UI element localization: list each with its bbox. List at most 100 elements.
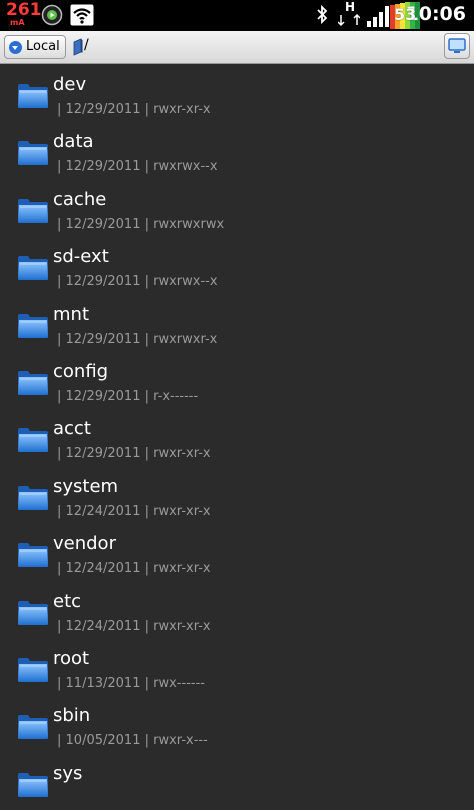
chevron-down-icon [9,41,22,54]
file-name: cache [53,189,107,210]
file-date: 12/29/2011 [65,446,141,461]
folder-icon [17,483,49,515]
meta-separator: | [144,733,149,748]
file-permissions: rwxr-x--- [153,733,208,748]
meta-separator: | [57,446,62,461]
monitor-icon [448,38,466,58]
folder-icon [17,368,49,400]
meta-separator: | [144,102,149,117]
file-meta: | 12/29/2011 | rwxr-xr-x [57,446,211,461]
list-item[interactable]: sbin | 10/05/2011 | rwxr-x--- [0,695,474,752]
meta-separator: | [57,504,62,519]
file-permissions: rwxrwxr-x [153,332,218,347]
meta-separator: | [57,389,62,404]
list-item[interactable]: mnt | 12/29/2011 | rwxrwxr-x [0,294,474,351]
list-item[interactable]: system | 12/24/2011 | rwxr-xr-x [0,466,474,523]
location-label: Local [26,39,60,54]
list-item[interactable]: data | 12/29/2011 | rwxrwx--x [0,121,474,178]
file-permissions: rwx------ [153,676,205,691]
signal-icon [366,2,392,32]
meta-separator: | [57,676,62,691]
list-item[interactable]: vendor | 12/24/2011 | rwxr-xr-x [0,523,474,580]
file-meta: | 11/13/2011 | rwx------ [57,676,205,691]
folder-icon [17,598,49,630]
file-name: mnt [53,304,89,325]
file-date: 12/29/2011 [65,389,141,404]
list-item[interactable]: dev | 12/29/2011 | rwxr-xr-x [0,64,474,121]
meta-separator: | [144,504,149,519]
folder-icon [17,655,49,687]
file-date: 12/24/2011 [65,504,141,519]
meta-separator: | [57,733,62,748]
file-meta: | 12/24/2011 | rwxr-xr-x [57,561,211,576]
file-meta: | 12/29/2011 | r-x------ [57,389,198,404]
file-name: config [53,361,109,382]
file-date: 12/24/2011 [65,619,141,634]
folder-icon [17,425,49,457]
meta-separator: | [57,159,62,174]
meta-separator: | [144,619,149,634]
path-bar: Local / [0,31,474,64]
meta-separator: | [144,274,149,289]
meta-separator: | [57,274,62,289]
file-name: vendor [53,533,116,554]
file-permissions: rwxr-xr-x [153,561,211,576]
list-item[interactable]: root | 11/13/2011 | rwx------ [0,638,474,695]
file-meta: | 12/29/2011 | rwxrwx--x [57,159,218,174]
meta-separator: | [144,332,149,347]
location-dropdown[interactable]: Local [4,35,66,59]
file-meta: | 10/05/2011 | rwxr-x--- [57,733,208,748]
file-name: etc [53,591,82,612]
battery-level: 53 [394,5,417,24]
meta-separator: | [57,102,62,117]
meta-separator: | [144,159,149,174]
meta-separator: | [57,332,62,347]
file-date: 12/29/2011 [65,217,141,232]
folder-icon [17,196,49,228]
meta-separator: | [144,561,149,576]
meta-separator: | [144,217,149,232]
list-item[interactable]: sd-ext | 12/29/2011 | rwxrwx--x [0,236,474,293]
status-bar: 261 mA H 53 10:06 [0,0,474,31]
current-path[interactable]: / [84,37,89,53]
file-permissions: r-x------ [153,389,199,404]
meta-separator: | [57,217,62,232]
meta-separator: | [144,676,149,691]
file-name: acct [53,418,91,439]
file-date: 12/29/2011 [65,159,141,174]
file-meta: | 12/29/2011 | rwxr-xr-x [57,102,211,117]
file-meta: | 12/29/2011 | rwxrwxrwx [57,217,224,232]
list-item[interactable]: sys [0,753,474,810]
list-item[interactable]: cache | 12/29/2011 | rwxrwxrwx [0,179,474,236]
file-name: system [53,476,119,497]
file-date: 12/29/2011 [65,332,141,347]
bluetooth-icon [315,4,329,30]
meta-separator: | [144,389,149,404]
meta-separator: | [57,619,62,634]
file-permissions: rwxr-xr-x [153,619,211,634]
view-mode-button[interactable] [444,33,470,59]
folder-icon [17,770,49,802]
circle-play-icon [41,4,63,30]
file-name: root [53,648,90,669]
folder-icon [17,712,49,744]
storage-icon [72,38,84,60]
file-permissions: rwxrwx--x [153,159,218,174]
file-name: data [53,131,94,152]
file-permissions: rwxr-xr-x [153,504,211,519]
file-date: 12/29/2011 [65,102,141,117]
list-item[interactable]: etc | 12/24/2011 | rwxr-xr-x [0,581,474,638]
list-item[interactable]: config | 12/29/2011 | r-x------ [0,351,474,408]
file-date: 11/13/2011 [65,676,141,691]
folder-icon [17,311,49,343]
meta-separator: | [57,561,62,576]
file-permissions: rwxrwxrwx [153,217,225,232]
battery-current: 261 [6,0,42,20]
file-permissions: rwxr-xr-x [153,446,211,461]
folder-icon [17,138,49,170]
wifi-icon [70,4,94,30]
file-date: 12/29/2011 [65,274,141,289]
list-item[interactable]: acct | 12/29/2011 | rwxr-xr-x [0,408,474,465]
file-name: sd-ext [53,246,109,267]
file-meta: | 12/29/2011 | rwxrwx--x [57,274,218,289]
